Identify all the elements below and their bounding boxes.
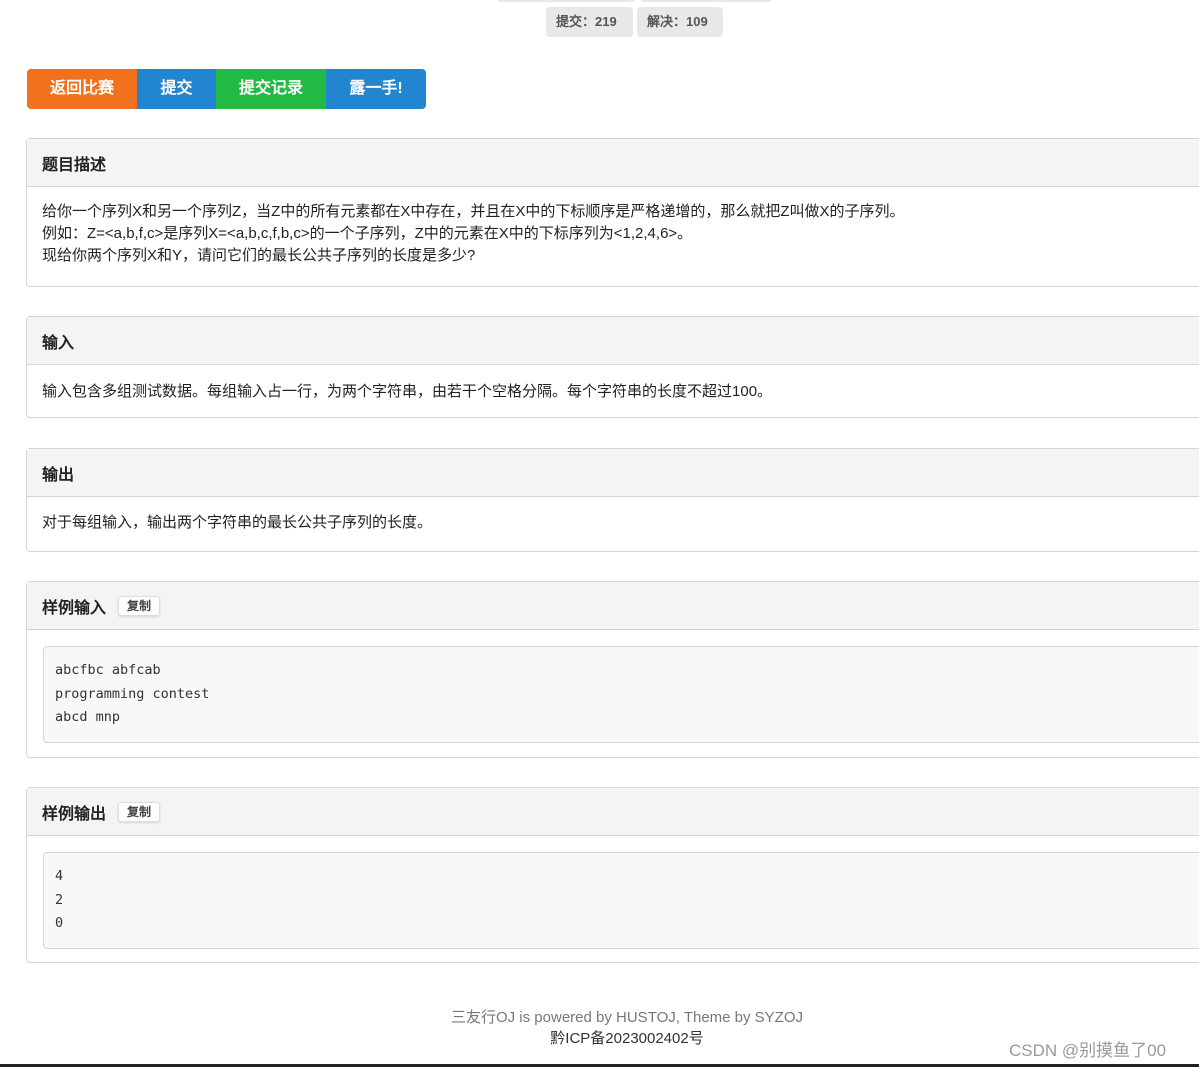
input-body: 输入包含多组测试数据。每组输入占一行，为两个字符串，由若干个空格分隔。每个字符串… bbox=[42, 383, 773, 400]
description-header: 题目描述 bbox=[27, 139, 1199, 187]
sample-output-body: 4 2 0 bbox=[27, 836, 1199, 965]
submit-count-badge: 提交：219 bbox=[546, 7, 633, 37]
code-line: abcfbc abfcab bbox=[55, 662, 161, 678]
sample-input-body: abcfbc abfcab programming contest abcd m… bbox=[27, 630, 1199, 759]
input-header: 输入 bbox=[27, 317, 1199, 365]
description-line: 例如：Z=<a,b,f,c>是序列X=<a,b,c,f,b,c>的一个子序列，Z… bbox=[42, 225, 693, 242]
top-tab[interactable] bbox=[640, 0, 772, 2]
output-section: 输出 对于每组输入，输出两个字符串的最长公共子序列的长度。 bbox=[26, 448, 1199, 552]
code-line: 2 bbox=[55, 891, 64, 908]
sample-output-code[interactable]: 4 2 0 bbox=[43, 852, 1199, 949]
footer-powered-by: 三友行OJ is powered by HUSTOJ, Theme by SYZ… bbox=[450, 1009, 804, 1026]
output-body: 对于每组输入，输出两个字符串的最长公共子序列的长度。 bbox=[42, 514, 433, 531]
code-line: abcd mnp bbox=[55, 709, 121, 725]
copy-sample-output-button[interactable]: 复制 bbox=[118, 801, 161, 822]
code-line: 0 bbox=[55, 915, 64, 931]
sample-output-header: 样例输出 复制 bbox=[27, 788, 1199, 836]
sample-input-code[interactable]: abcfbc abfcab programming contest abcd m… bbox=[43, 646, 1199, 743]
description-title: 题目描述 bbox=[42, 156, 107, 174]
back-to-contest-button[interactable]: 返回比赛 bbox=[27, 69, 137, 109]
description-line: 现给你两个序列X和Y，请问它们的最长公共子序列的长度是多少? bbox=[42, 247, 476, 264]
top-tab[interactable] bbox=[497, 0, 635, 2]
sample-input-section: 样例输入 复制 abcfbc abfcab programming contes… bbox=[26, 581, 1199, 758]
action-button-group: 返回比赛 提交 提交记录 露一手! bbox=[27, 69, 426, 109]
description-line: 给你一个序列X和另一个序列Z，当Z中的所有元素都在X中存在，并且在X中的下标顺序… bbox=[42, 203, 905, 220]
submit-button[interactable]: 提交 bbox=[137, 69, 216, 109]
output-title: 输出 bbox=[42, 466, 75, 484]
description-body: 给你一个序列X和另一个序列Z，当Z中的所有元素都在X中存在，并且在X中的下标顺序… bbox=[27, 187, 1199, 281]
description-section: 题目描述 给你一个序列X和另一个序列Z，当Z中的所有元素都在X中存在，并且在X中… bbox=[26, 138, 1199, 287]
solved-count-badge: 解决：109 bbox=[637, 7, 723, 37]
code-line: programming contest bbox=[55, 685, 210, 702]
problem-stats: 提交：219 解决：109 bbox=[546, 7, 723, 37]
show-off-button[interactable]: 露一手! bbox=[326, 69, 426, 109]
csdn-watermark: CSDN @别摸鱼了00 bbox=[1009, 1041, 1167, 1060]
sample-output-section: 样例输出 复制 4 2 0 bbox=[26, 787, 1199, 963]
code-line: 4 bbox=[55, 868, 64, 884]
sample-input-title: 样例输入 bbox=[42, 599, 107, 617]
copy-sample-input-button[interactable]: 复制 bbox=[118, 595, 161, 616]
sample-output-title: 样例输出 bbox=[42, 805, 107, 823]
output-header: 输出 bbox=[27, 449, 1199, 497]
submission-records-button[interactable]: 提交记录 bbox=[216, 69, 326, 109]
sample-input-header: 样例输入 复制 bbox=[27, 582, 1199, 630]
input-title: 输入 bbox=[42, 334, 75, 352]
input-section: 输入 输入包含多组测试数据。每组输入占一行，为两个字符串，由若干个空格分隔。每个… bbox=[26, 316, 1199, 418]
